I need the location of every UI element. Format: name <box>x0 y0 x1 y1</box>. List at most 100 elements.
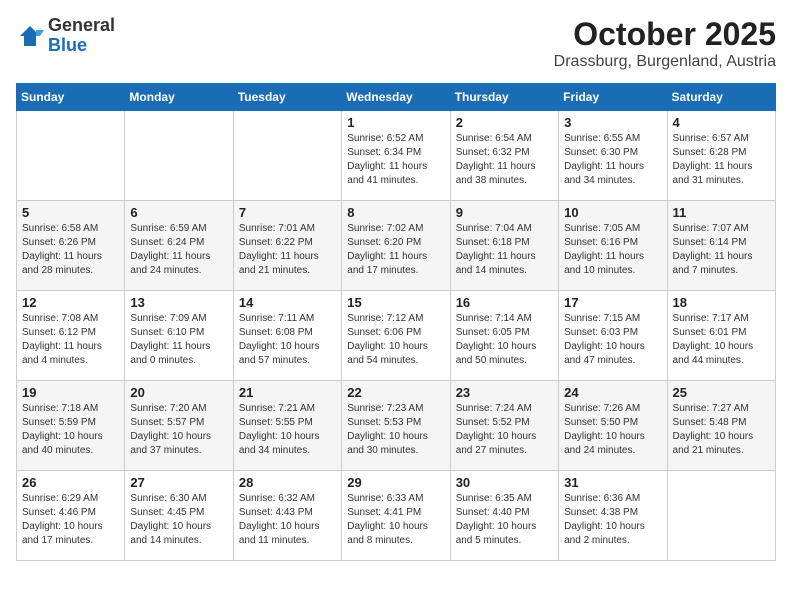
day-info: Sunrise: 7:15 AM Sunset: 6:03 PM Dayligh… <box>564 312 661 368</box>
weekday-header: Tuesday <box>233 84 341 111</box>
calendar-cell: 29Sunrise: 6:33 AM Sunset: 4:41 PM Dayli… <box>342 471 450 561</box>
calendar-cell: 8 Sunrise: 7:02 AM Sunset: 6:20 PM Daylig… <box>342 201 450 291</box>
weekday-header: Friday <box>559 84 667 111</box>
calendar-cell: 3Sunrise: 6:55 AM Sunset: 6:30 PM Daylig… <box>559 111 667 201</box>
weekday-header: Saturday <box>667 84 775 111</box>
day-info: Sunrise: 7:20 AM Sunset: 5:57 PM Dayligh… <box>130 402 227 458</box>
logo-general-text: General <box>48 16 115 36</box>
day-info: Sunrise: 7:17 AM Sunset: 6:01 PM Dayligh… <box>673 312 770 368</box>
calendar-cell: 12 Sunrise: 7:08 AM Sunset: 6:12 PM Dayli… <box>17 291 125 381</box>
calendar-week-row: 5Sunrise: 6:58 AM Sunset: 6:26 PM Daylig… <box>17 201 776 291</box>
day-number: 25 <box>673 385 770 400</box>
calendar-cell: 13 Sunrise: 7:09 AM Sunset: 6:10 PM Dayli… <box>125 291 233 381</box>
calendar-cell: 20 Sunrise: 7:20 AM Sunset: 5:57 PM Dayli… <box>125 381 233 471</box>
day-info: Sunrise: 7:08 AM Sunset: 6:12 PM Dayligh… <box>22 312 119 368</box>
calendar-cell: 26 Sunrise: 6:29 AM Sunset: 4:46 PM Dayli… <box>17 471 125 561</box>
day-info: Sunrise: 7:09 AM Sunset: 6:10 PM Dayligh… <box>130 312 227 368</box>
day-number: 21 <box>239 385 336 400</box>
calendar-cell: 22 Sunrise: 7:23 AM Sunset: 5:53 PM Dayli… <box>342 381 450 471</box>
calendar-cell: 30 Sunrise: 6:35 AM Sunset: 4:40 PM Dayli… <box>450 471 558 561</box>
day-info: Sunrise: 7:01 AM Sunset: 6:22 PM Dayligh… <box>239 222 336 278</box>
calendar-cell: 16 Sunrise: 7:14 AM Sunset: 6:05 PM Dayli… <box>450 291 558 381</box>
weekday-header: Wednesday <box>342 84 450 111</box>
calendar-cell: 21 Sunrise: 7:21 AM Sunset: 5:55 PM Dayli… <box>233 381 341 471</box>
day-number: 31 <box>564 475 661 490</box>
month-year-title: October 2025 <box>554 16 776 53</box>
calendar-week-row: 12 Sunrise: 7:08 AM Sunset: 6:12 PM Dayli… <box>17 291 776 381</box>
day-info: Sunrise: 6:29 AM Sunset: 4:46 PM Dayligh… <box>22 492 119 548</box>
day-info: Sunrise: 7:18 AM Sunset: 5:59 PM Dayligh… <box>22 402 119 458</box>
logo: General Blue <box>16 16 115 56</box>
calendar-cell: 24 Sunrise: 7:26 AM Sunset: 5:50 PM Dayli… <box>559 381 667 471</box>
day-number: 3 <box>564 115 661 130</box>
calendar-cell: 4 Sunrise: 6:57 AM Sunset: 6:28 PM Daylig… <box>667 111 775 201</box>
calendar-table: SundayMondayTuesdayWednesdayThursdayFrid… <box>16 83 776 561</box>
day-info: Sunrise: 7:12 AM Sunset: 6:06 PM Dayligh… <box>347 312 444 368</box>
calendar-cell <box>667 471 775 561</box>
day-info: Sunrise: 7:21 AM Sunset: 5:55 PM Dayligh… <box>239 402 336 458</box>
day-info: Sunrise: 7:24 AM Sunset: 5:52 PM Dayligh… <box>456 402 553 458</box>
day-info: Sunrise: 6:35 AM Sunset: 4:40 PM Dayligh… <box>456 492 553 548</box>
day-info: Sunrise: 6:57 AM Sunset: 6:28 PM Dayligh… <box>673 132 770 188</box>
day-number: 16 <box>456 295 553 310</box>
day-number: 26 <box>22 475 119 490</box>
day-number: 19 <box>22 385 119 400</box>
day-number: 9 <box>456 205 553 220</box>
day-info: Sunrise: 7:14 AM Sunset: 6:05 PM Dayligh… <box>456 312 553 368</box>
day-number: 29 <box>347 475 444 490</box>
day-number: 8 <box>347 205 444 220</box>
day-number: 22 <box>347 385 444 400</box>
calendar-cell: 31Sunrise: 6:36 AM Sunset: 4:38 PM Dayli… <box>559 471 667 561</box>
day-info: Sunrise: 7:02 AM Sunset: 6:20 PM Dayligh… <box>347 222 444 278</box>
day-info: Sunrise: 7:23 AM Sunset: 5:53 PM Dayligh… <box>347 402 444 458</box>
day-info: Sunrise: 6:52 AM Sunset: 6:34 PM Dayligh… <box>347 132 444 188</box>
calendar-cell: 9 Sunrise: 7:04 AM Sunset: 6:18 PM Daylig… <box>450 201 558 291</box>
calendar-cell <box>233 111 341 201</box>
weekday-header: Thursday <box>450 84 558 111</box>
logo-blue-text: Blue <box>48 36 115 56</box>
day-number: 4 <box>673 115 770 130</box>
calendar-week-row: 26 Sunrise: 6:29 AM Sunset: 4:46 PM Dayli… <box>17 471 776 561</box>
day-number: 23 <box>456 385 553 400</box>
day-number: 27 <box>130 475 227 490</box>
calendar-cell: 18 Sunrise: 7:17 AM Sunset: 6:01 PM Dayli… <box>667 291 775 381</box>
day-number: 14 <box>239 295 336 310</box>
day-info: Sunrise: 7:04 AM Sunset: 6:18 PM Dayligh… <box>456 222 553 278</box>
day-number: 1 <box>347 115 444 130</box>
logo-text: General Blue <box>48 16 115 56</box>
day-info: Sunrise: 6:30 AM Sunset: 4:45 PM Dayligh… <box>130 492 227 548</box>
day-number: 18 <box>673 295 770 310</box>
calendar-cell <box>125 111 233 201</box>
calendar-cell: 15Sunrise: 7:12 AM Sunset: 6:06 PM Dayli… <box>342 291 450 381</box>
calendar-cell: 6Sunrise: 6:59 AM Sunset: 6:24 PM Daylig… <box>125 201 233 291</box>
day-number: 20 <box>130 385 227 400</box>
title-block: October 2025 Drassburg, Burgenland, Aust… <box>554 16 776 71</box>
day-info: Sunrise: 6:32 AM Sunset: 4:43 PM Dayligh… <box>239 492 336 548</box>
calendar-cell: 2 Sunrise: 6:54 AM Sunset: 6:32 PM Daylig… <box>450 111 558 201</box>
day-number: 24 <box>564 385 661 400</box>
day-number: 6 <box>130 205 227 220</box>
page-header: General Blue October 2025 Drassburg, Bur… <box>16 16 776 71</box>
calendar-cell: 27 Sunrise: 6:30 AM Sunset: 4:45 PM Dayli… <box>125 471 233 561</box>
day-info: Sunrise: 7:26 AM Sunset: 5:50 PM Dayligh… <box>564 402 661 458</box>
logo-icon <box>16 22 44 50</box>
calendar-cell: 17Sunrise: 7:15 AM Sunset: 6:03 PM Dayli… <box>559 291 667 381</box>
calendar-cell: 1 Sunrise: 6:52 AM Sunset: 6:34 PM Daylig… <box>342 111 450 201</box>
location-subtitle: Drassburg, Burgenland, Austria <box>554 53 776 71</box>
calendar-week-row: 19 Sunrise: 7:18 AM Sunset: 5:59 PM Dayli… <box>17 381 776 471</box>
calendar-cell: 10Sunrise: 7:05 AM Sunset: 6:16 PM Dayli… <box>559 201 667 291</box>
day-info: Sunrise: 7:05 AM Sunset: 6:16 PM Dayligh… <box>564 222 661 278</box>
calendar-cell: 23 Sunrise: 7:24 AM Sunset: 5:52 PM Dayli… <box>450 381 558 471</box>
calendar-cell: 14Sunrise: 7:11 AM Sunset: 6:08 PM Dayli… <box>233 291 341 381</box>
day-number: 28 <box>239 475 336 490</box>
day-number: 2 <box>456 115 553 130</box>
day-number: 7 <box>239 205 336 220</box>
calendar-cell: 5Sunrise: 6:58 AM Sunset: 6:26 PM Daylig… <box>17 201 125 291</box>
day-number: 13 <box>130 295 227 310</box>
day-info: Sunrise: 6:54 AM Sunset: 6:32 PM Dayligh… <box>456 132 553 188</box>
calendar-cell: 11Sunrise: 7:07 AM Sunset: 6:14 PM Dayli… <box>667 201 775 291</box>
day-number: 30 <box>456 475 553 490</box>
day-number: 12 <box>22 295 119 310</box>
day-info: Sunrise: 6:58 AM Sunset: 6:26 PM Dayligh… <box>22 222 119 278</box>
calendar-cell: 19 Sunrise: 7:18 AM Sunset: 5:59 PM Dayli… <box>17 381 125 471</box>
